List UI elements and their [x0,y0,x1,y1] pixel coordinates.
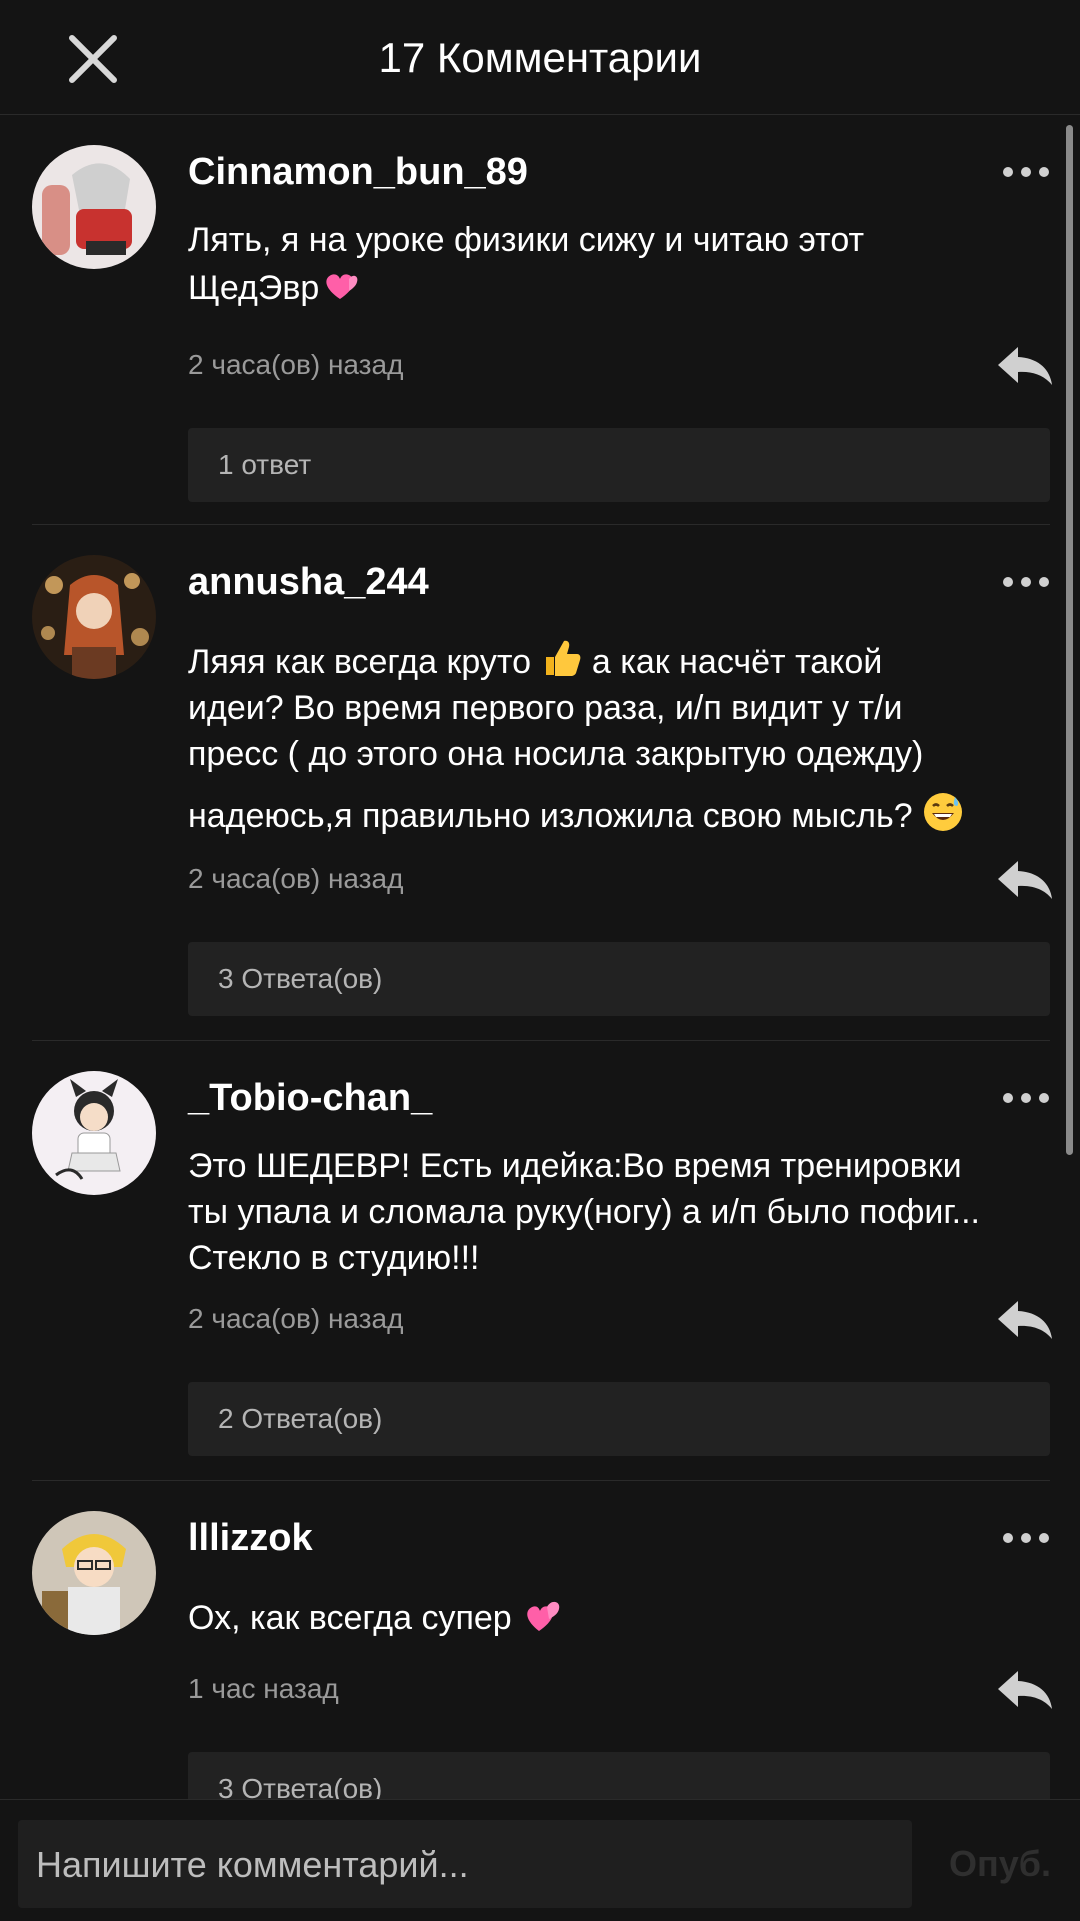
more-options-button[interactable] [1000,567,1052,597]
two-hearts-emoji [319,263,361,305]
divider [32,524,1050,525]
publish-button[interactable]: Опуб. [930,1836,1070,1892]
comment-text: Ох, как всегда супер [188,1593,1038,1641]
more-options-button[interactable] [1000,1523,1052,1553]
reply-button[interactable] [996,1667,1054,1713]
more-dots-icon [1003,167,1049,177]
avatar[interactable] [32,145,156,269]
comment-text: Ляяя как всегда круто а как насчёт такой… [188,637,1038,839]
page-title: 17 Комментарии [378,34,702,81]
replies-count: 3 Ответа(ов) [218,1773,383,1799]
header: 17 Комментарии [0,0,1080,115]
avatar[interactable] [32,1511,156,1635]
divider [32,1480,1050,1481]
comment-timestamp: 2 часа(ов) назад [188,1303,404,1334]
grinning-sweat-emoji [922,791,964,833]
two-hearts-emoji [521,1593,563,1635]
replies-count: 1 ответ [218,449,312,480]
avatar[interactable] [32,555,156,679]
more-dots-icon [1003,1533,1049,1543]
replies-button[interactable]: 2 Ответа(ов) [188,1382,1050,1456]
comment-timestamp: 1 час назад [188,1673,339,1704]
reply-button[interactable] [996,1297,1054,1343]
comment-username[interactable]: _Tobio-chan_ [188,1073,432,1123]
comment-username[interactable]: Cinnamon_bun_89 [188,147,528,197]
divider [32,1040,1050,1041]
reply-arrow-icon [998,347,1052,385]
reply-button[interactable] [996,343,1054,389]
comment-username[interactable]: lllizzok [188,1513,313,1563]
comment-text: Это ШЕДЕВР! Есть идейка:Во время трениро… [188,1147,980,1277]
replies-button[interactable]: 3 Ответа(ов) [188,1752,1050,1799]
reply-arrow-icon [998,861,1052,899]
comment-input[interactable] [34,1820,898,1910]
thumbs-up-emoji [540,637,582,679]
reply-arrow-icon [998,1671,1052,1709]
replies-button[interactable]: 3 Ответа(ов) [188,942,1050,1016]
more-dots-icon [1003,577,1049,587]
comment-timestamp: 2 часа(ов) назад [188,863,404,894]
more-options-button[interactable] [1000,157,1052,187]
reply-button[interactable] [996,857,1054,903]
more-dots-icon [1003,1093,1049,1103]
replies-button[interactable]: 1 ответ [188,428,1050,502]
replies-count: 3 Ответа(ов) [218,963,383,994]
comment-timestamp: 2 часа(ов) назад [188,349,404,380]
comment-username[interactable]: annusha_244 [188,557,429,607]
scrollbar[interactable] [1066,125,1073,1155]
avatar[interactable] [32,1071,156,1195]
more-options-button[interactable] [1000,1083,1052,1113]
comment-list[interactable]: Cinnamon_bun_89 Лять, я на уроке физики … [0,115,1080,1799]
reply-arrow-icon [998,1301,1052,1339]
comment-text: Лять, я на уроке физики сижу и читаю это… [188,221,865,307]
replies-count: 2 Ответа(ов) [218,1403,383,1434]
comment-composer: Опуб. [0,1799,1080,1921]
comment-input-box[interactable] [18,1820,912,1910]
